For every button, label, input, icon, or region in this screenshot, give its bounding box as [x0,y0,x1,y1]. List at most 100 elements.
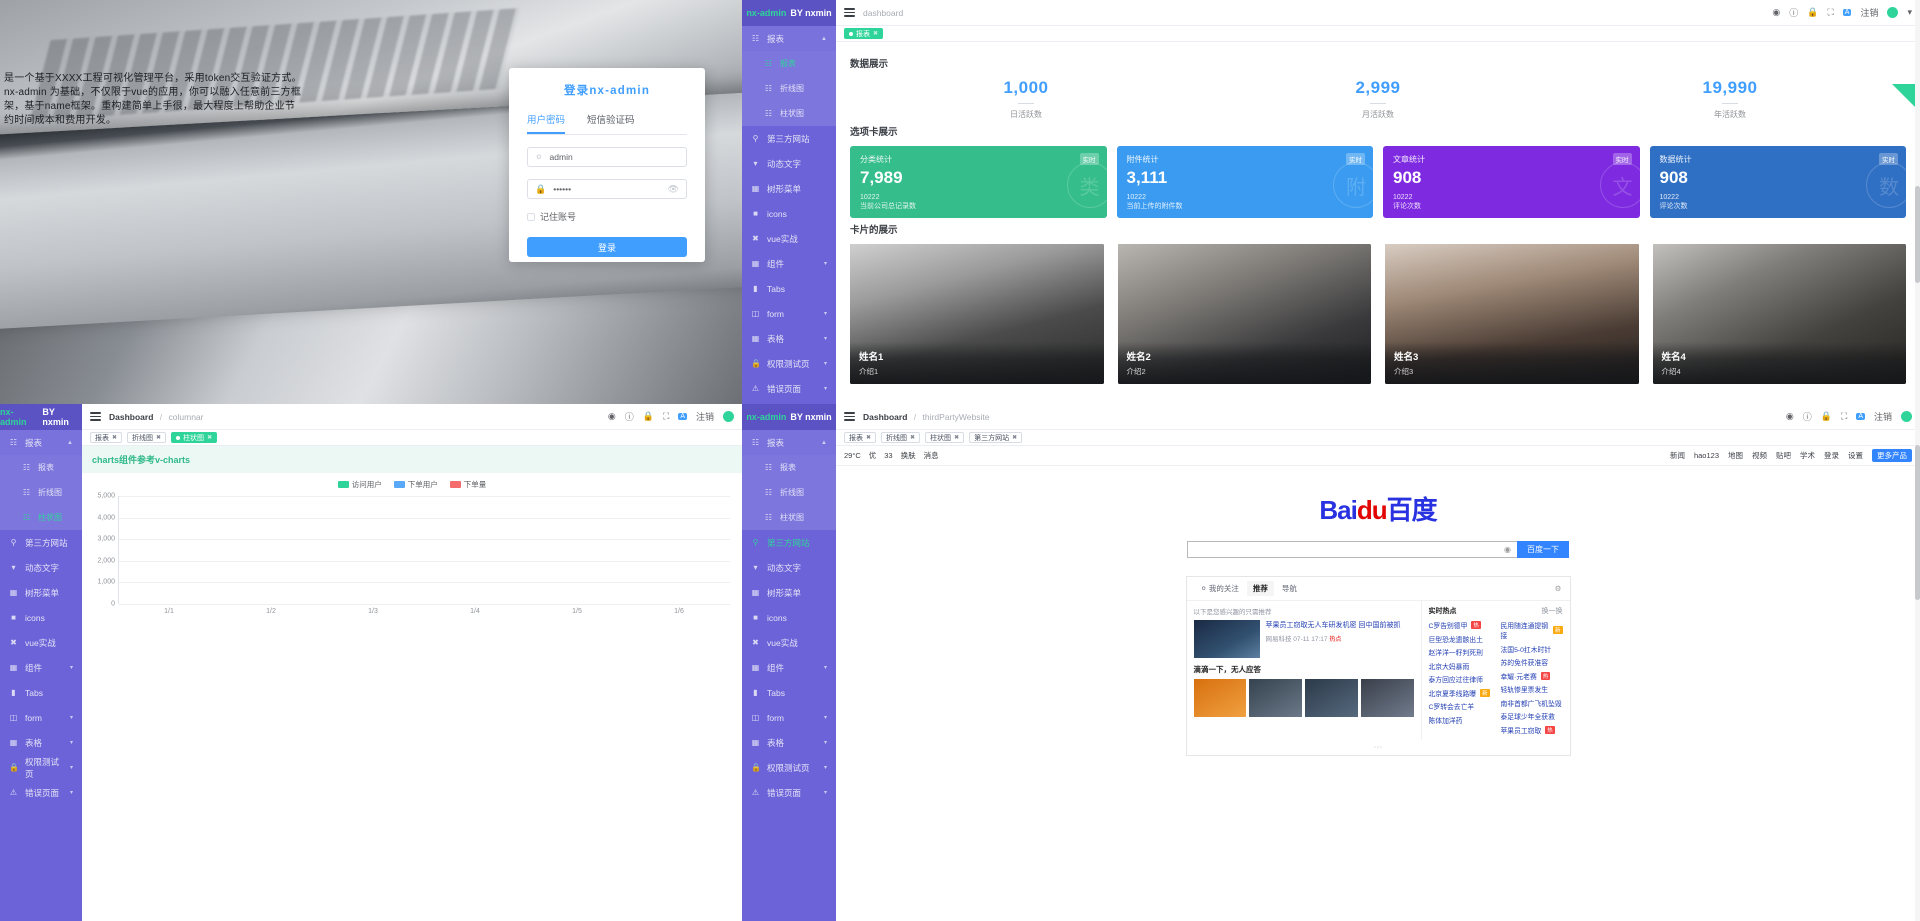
close-icon[interactable]: ✖ [866,434,871,441]
hot-list-item[interactable]: C罗告别德甲热 [1429,620,1491,630]
chevron-down-icon[interactable]: ▾ [1907,7,1912,18]
sidebar-logo[interactable]: nx-admin BY nxmin [0,404,82,430]
sidebar-item-dynamic-text[interactable]: ▾ 动态文字 [742,151,836,176]
sidebar-item-error-pages[interactable]: ⚠ 错误页面 ▾ [0,780,82,805]
sidebar-item-tree-menu[interactable]: ▦ 树形菜单 [742,176,836,201]
nav-tieba[interactable]: 贴吧 [1776,450,1791,461]
tab-navigation[interactable]: 导航 [1276,581,1303,596]
tag-bar-chart[interactable]: 柱状图 ✖ [925,432,965,443]
sidebar-item-tabs[interactable]: ▮ Tabs [742,680,836,705]
github-icon[interactable]: ◉ [1772,7,1780,18]
sidebar-item-icons[interactable]: ■ icons [742,201,836,226]
nav-hao123[interactable]: hao123 [1694,451,1719,460]
card-category-stats[interactable]: 实时 类 分类统计 7,989 10222 当前公司总记录数 [850,146,1107,218]
close-icon[interactable]: ✖ [112,434,117,441]
tag-bar-chart[interactable]: 柱状图 ✖ [171,432,218,443]
sidebar-item-table[interactable]: ▦ 表格 ▾ [0,730,82,755]
sidebar-item-permission[interactable]: 🔒 权限测试页 ▾ [742,351,836,376]
avatar[interactable] [1887,7,1899,18]
sidebar-item-line-chart[interactable]: ☷ 折线图 [742,480,836,505]
password-field[interactable]: 🔒 •••••• 👁 [527,179,687,199]
sidebar-item-form[interactable]: ◫ form ▾ [0,705,82,730]
camera-icon[interactable]: ◉ [1504,545,1511,554]
close-icon[interactable]: ✖ [156,434,161,441]
sidebar-logo[interactable]: nx-admin BY nxmin [742,0,836,26]
person-card[interactable]: 姓名3 介绍3 [1385,244,1639,384]
sidebar-item-bar-chart[interactable]: ☷ 柱状图 [742,505,836,530]
person-card[interactable]: 姓名4 介绍4 [1652,244,1906,384]
sidebar-item-tree-menu[interactable]: ▦ 树形菜单 [742,580,836,605]
fullscreen-icon[interactable]: ⛶ [1841,411,1847,422]
sidebar-item-tabs[interactable]: ▮ Tabs [0,680,82,705]
sidebar-item-vue-practice[interactable]: ✖ vue实战 [0,630,82,655]
tag-report[interactable]: 报表 ✖ [844,432,877,443]
sidebar-item-report[interactable]: ☷ 报表 [742,51,836,76]
sidebar-item-permission[interactable]: 🔒 权限测试页 ▾ [0,755,82,780]
nav-settings[interactable]: 设置 [1848,450,1863,461]
gear-icon[interactable]: ⚙ [1555,584,1562,593]
translate-icon[interactable]: A [1842,9,1852,16]
search-button[interactable]: 百度一下 [1517,541,1569,558]
close-icon[interactable]: ✖ [954,434,959,441]
sidebar-item-reports[interactable]: ☷ 报表 ▲ [0,430,82,455]
strip-image[interactable] [1360,679,1414,717]
person-card[interactable]: 姓名1 介绍1 [850,244,1104,384]
menu-toggle-icon[interactable] [844,8,855,17]
dashboard-scrollbar[interactable] [1915,0,1920,404]
sidebar-item-third-party[interactable]: ⚲ 第三方网站 [742,126,836,151]
close-icon[interactable]: ✖ [910,434,915,441]
hot-list-item[interactable]: 北京夏季线路曝新 [1429,688,1491,698]
sidebar-item-components[interactable]: ▦ 组件 ▾ [0,655,82,680]
sidebar-item-bar-chart[interactable]: ☷ 柱状图 [0,505,82,530]
sidebar-item-dynamic-text[interactable]: ▾ 动态文字 [742,555,836,580]
nav-map[interactable]: 地图 [1728,450,1743,461]
message-link[interactable]: 消息 [924,450,939,461]
logout-button[interactable]: 注销 [1874,410,1892,423]
sidebar-item-tree-menu[interactable]: ▦ 树形菜单 [0,580,82,605]
hot-list-item[interactable]: 苏的免件获准容 [1501,657,1563,667]
sidebar-item-permission[interactable]: 🔒 权限测试页 ▾ [742,755,836,780]
avatar[interactable] [723,411,734,422]
nav-academic[interactable]: 学术 [1800,450,1815,461]
breadcrumb-root[interactable]: Dashboard [863,412,907,422]
strip-image[interactable] [1305,679,1358,717]
sidebar-item-dynamic-text[interactable]: ▾ 动态文字 [0,555,82,580]
feed-more-indicator[interactable]: ⋯ [1187,740,1570,755]
logout-button[interactable]: 注销 [696,410,714,423]
remember-account-checkbox[interactable]: 记住账号 [527,210,687,223]
legend-item-visitors[interactable]: 访问用户 [337,479,382,490]
legend-item-buyers[interactable]: 下单用户 [393,479,438,490]
fullscreen-icon[interactable]: ⛶ [663,411,669,422]
hot-list-item[interactable]: 陈体加洋药 [1429,715,1491,725]
sidebar-item-vue-practice[interactable]: ✖ vue实战 [742,226,836,251]
help-icon[interactable]: ⓘ [1803,410,1812,423]
card-attachment-stats[interactable]: 实时 附 附件统计 3,111 10222 当前上传的附件数 [1116,146,1373,218]
tag-third-party[interactable]: 第三方网站 ✖ [969,432,1023,443]
hot-list-item[interactable]: 南非首都广飞机坠毁 [1501,698,1563,708]
sidebar-item-form[interactable]: ◫ form ▾ [742,705,836,730]
hot-list-item[interactable]: 泰方回应过往律师 [1429,674,1491,684]
translate-icon[interactable]: A [678,413,687,420]
hot-list-item[interactable]: 幸耀·元老赛热 [1501,671,1563,681]
sidebar-item-third-party[interactable]: ⚲ 第三方网站 [0,530,82,555]
translate-icon[interactable]: A [1856,413,1865,420]
person-card[interactable]: 姓名2 介绍2 [1117,244,1371,384]
tab-password-login[interactable]: 用户密码 [527,112,566,134]
card-data-stats[interactable]: 实时 数 数据统计 908 10222 评论次数 [1649,146,1906,218]
sidebar-item-line-chart[interactable]: ☷ 折线图 [0,480,82,505]
sidebar-item-report[interactable]: ☷ 报表 [742,455,836,480]
hot-list-item[interactable]: 赵洋洋一籽判死刑 [1429,647,1491,657]
refresh-button[interactable]: 换一换 [1542,606,1563,616]
breadcrumb-root[interactable]: Dashboard [109,412,153,422]
sidebar-item-error-pages[interactable]: ⚠ 错误页面 ▾ [742,780,836,805]
close-icon[interactable]: ✖ [207,434,212,441]
sidebar-item-components[interactable]: ▦ 组件 ▾ [742,251,836,276]
menu-toggle-icon[interactable] [90,412,101,421]
card-article-stats[interactable]: 实时 文 文章统计 908 10222 评论次数 [1383,146,1640,218]
hot-list-item[interactable]: 苹果员工窃取热 [1501,725,1563,735]
lock-icon[interactable]: 🔒 [1821,411,1832,422]
feed-news-item[interactable]: 苹果员工窃取无人车研发机密 回中国前被抓 网易科技 07-11 17:17 热点 [1193,620,1414,658]
third-party-scrollbar[interactable] [1915,404,1920,921]
help-icon[interactable]: ⓘ [625,410,634,423]
sidebar-item-vue-practice[interactable]: ✖ vue实战 [742,630,836,655]
